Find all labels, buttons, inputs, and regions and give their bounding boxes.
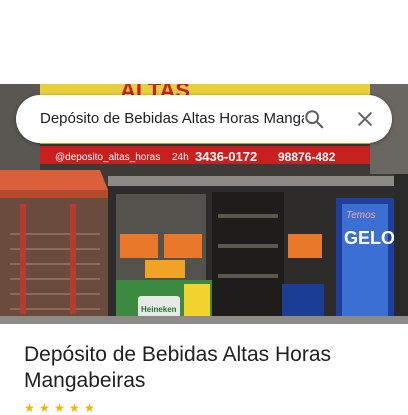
sign-phone-2-text: 98876-482 <box>278 150 336 164</box>
top-blank-area <box>0 0 408 84</box>
fridge-text-1: Temos <box>346 210 376 221</box>
sign-instagram-text: @deposito_altas_horas <box>55 152 160 163</box>
search-icon[interactable] <box>302 107 326 131</box>
sign-hours-text: 24h <box>172 152 189 163</box>
search-input[interactable]: Depósito de Bebidas Altas Horas Mangabei… <box>40 110 304 128</box>
star-icon: ★ <box>54 401 65 415</box>
brand-label: Heineken <box>141 305 177 314</box>
place-title: Depósito de Bebidas Altas Horas Mangabei… <box>24 343 332 392</box>
star-icon: ★ <box>24 401 35 415</box>
sign-phone-1-text: 3436-0172 <box>195 149 257 164</box>
fridge-text-2: GELO <box>344 228 395 248</box>
star-icon: ★ <box>69 401 80 415</box>
rating-stars: ★ ★ ★ ★ ★ <box>24 401 96 415</box>
search-bar[interactable]: Depósito de Bebidas Altas Horas Mangabei… <box>16 95 392 143</box>
star-icon: ★ <box>84 401 95 415</box>
close-icon[interactable] <box>353 107 377 131</box>
star-icon: ★ <box>39 401 50 415</box>
